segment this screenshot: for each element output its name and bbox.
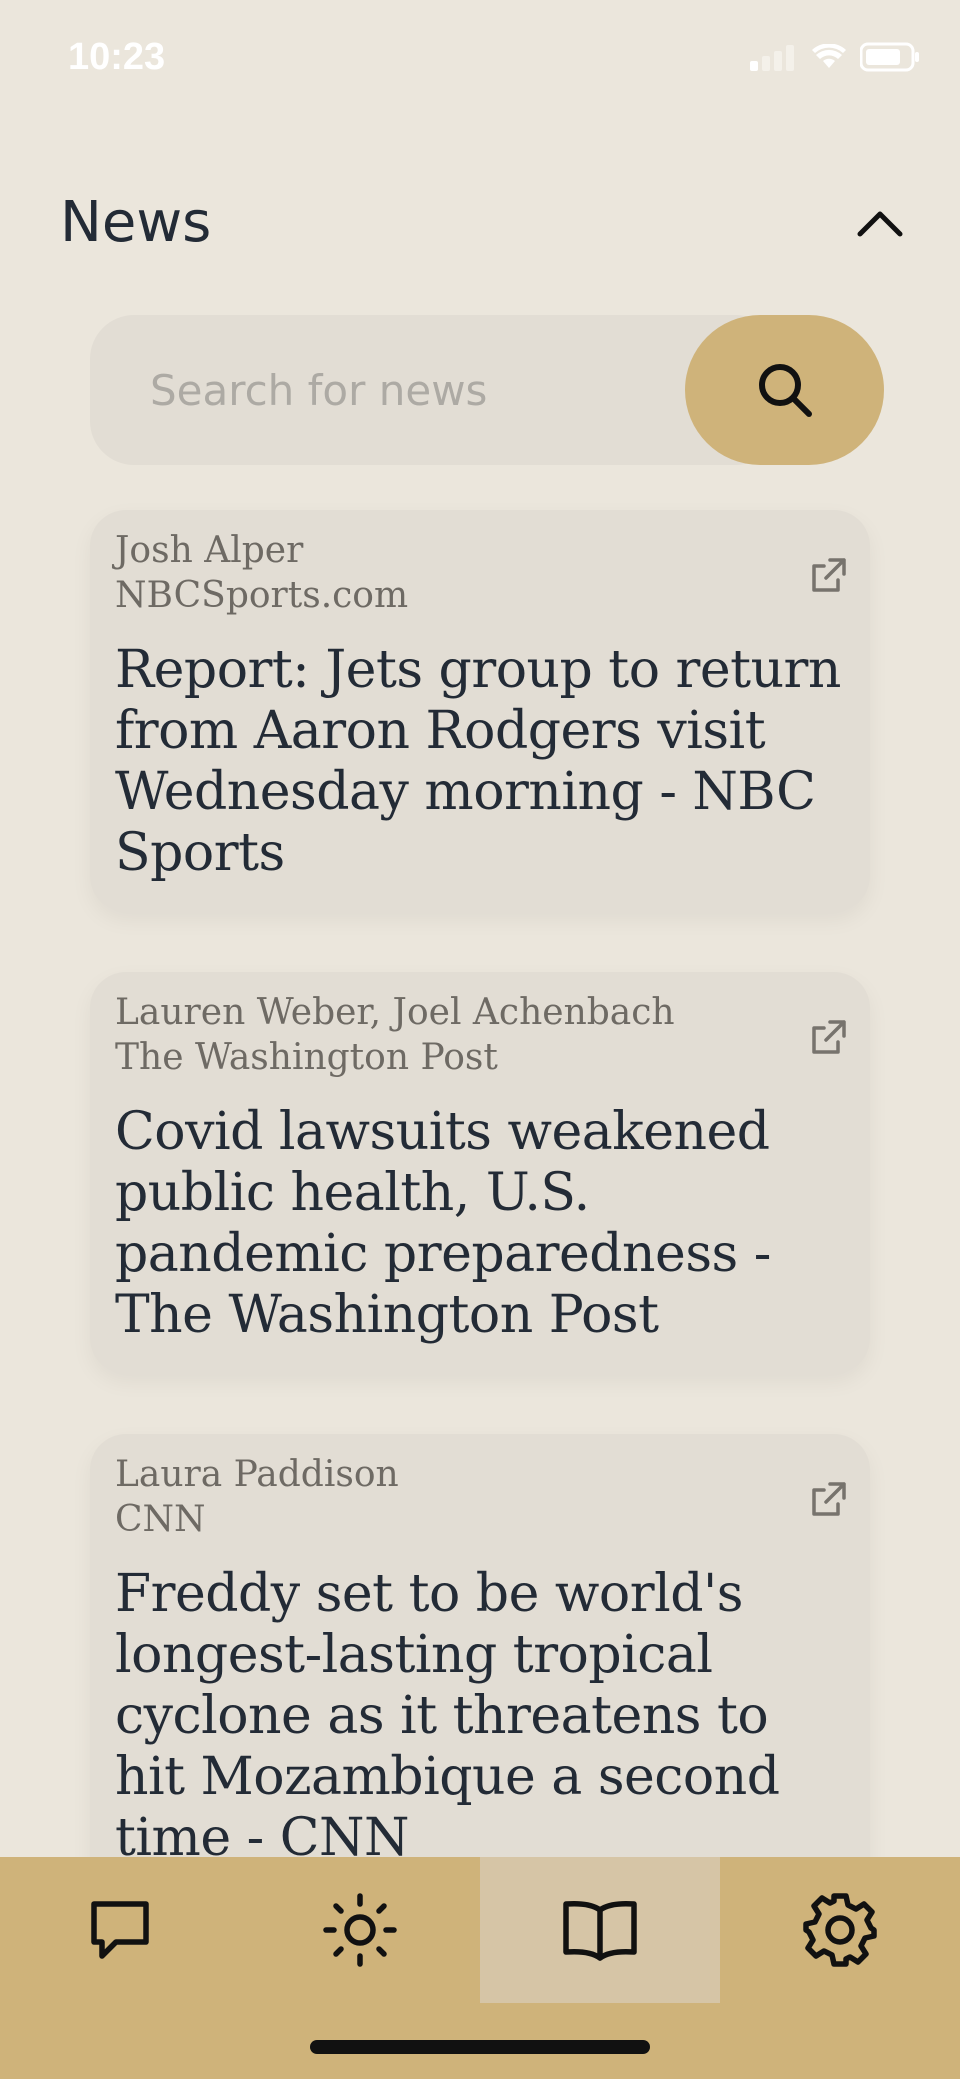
collapse-button[interactable] [850, 202, 910, 242]
article-title: Covid lawsuits weakened public health, U… [115, 1102, 771, 1345]
open-external-link[interactable] [808, 556, 848, 596]
article-source: CNN [115, 1499, 206, 1540]
tab-chat[interactable] [0, 1857, 240, 2003]
article-title: Freddy set to be world's longest-lasting… [115, 1564, 780, 1868]
home-indicator [310, 2040, 650, 2054]
news-card[interactable]: Josh Alper NBCSports.com Report: Jets gr… [90, 510, 870, 912]
external-link-icon [812, 1020, 846, 1054]
open-external-link[interactable] [808, 1480, 848, 1520]
sun-icon [323, 1893, 397, 1967]
battery-icon [860, 42, 919, 72]
page-title: News [60, 190, 212, 255]
news-header: News [0, 180, 960, 270]
wifi-icon [812, 44, 846, 68]
article-author: Lauren Weber, Joel Achenbach [115, 992, 675, 1033]
status-icons [750, 42, 920, 72]
tab-bar [0, 1857, 960, 2079]
cellular-signal-icon [750, 45, 794, 71]
external-link-icon [812, 558, 846, 592]
status-time: 10:23 [68, 36, 166, 78]
chevron-up-icon [857, 211, 903, 237]
article-source: The Washington Post [115, 1037, 498, 1078]
status-bar: 10:23 [0, 0, 960, 120]
search-button[interactable] [685, 315, 884, 465]
news-card[interactable]: Lauren Weber, Joel Achenbach The Washing… [90, 972, 870, 1374]
tab-news[interactable] [480, 1857, 720, 2003]
article-author: Laura Paddison [115, 1454, 399, 1495]
tab-weather[interactable] [240, 1857, 480, 2003]
article-source: NBCSports.com [115, 575, 409, 616]
external-link-icon [812, 1482, 846, 1516]
tab-settings[interactable] [720, 1857, 960, 2003]
open-external-link[interactable] [808, 1018, 848, 1058]
book-icon [563, 1900, 637, 1961]
search-row [90, 315, 884, 465]
search-input[interactable] [90, 315, 780, 465]
article-author: Josh Alper [115, 530, 304, 571]
news-card[interactable]: Laura Paddison CNN Freddy set to be worl… [90, 1434, 870, 1894]
search-icon [758, 364, 812, 417]
article-title: Report: Jets group to return from Aaron … [115, 640, 841, 883]
chat-icon [91, 1901, 149, 1959]
gear-icon [803, 1893, 877, 1967]
